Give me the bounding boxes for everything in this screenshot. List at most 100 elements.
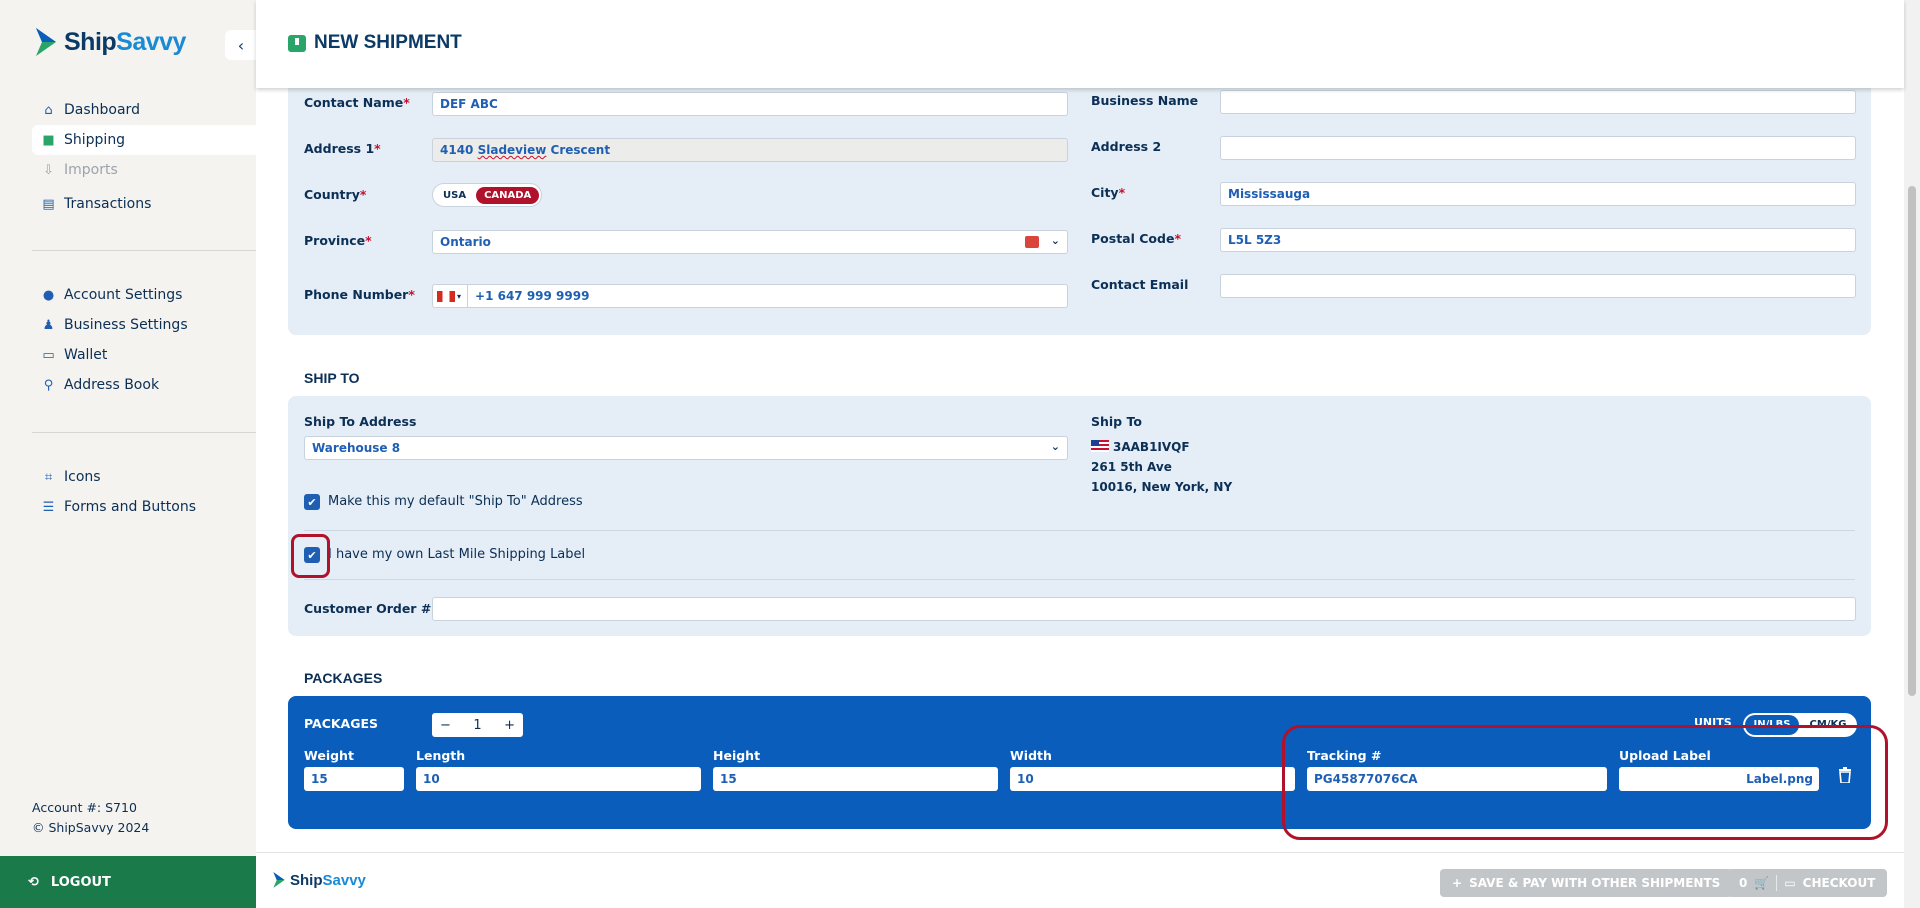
package-icon [288, 34, 306, 52]
width-field[interactable]: 10 [1010, 767, 1295, 791]
weight-field[interactable]: 15 [304, 767, 404, 791]
sidebar-item-label: Business Settings [64, 317, 188, 333]
sidebar-item-business-settings[interactable]: ♟ Business Settings [32, 310, 256, 340]
cart-count: 0 [1739, 876, 1748, 890]
main-nav: ⌂ Dashboard ■ Shipping ⇩ Imports ▤ Trans… [32, 95, 256, 219]
separator [1776, 875, 1778, 891]
height-field[interactable]: 15 [713, 767, 998, 791]
sidebar-item-address-book[interactable]: ⚲ Address Book [32, 370, 256, 400]
list-icon: ☰ [42, 499, 55, 515]
user-circle-icon: ● [42, 287, 55, 303]
city-label: City* [1091, 185, 1126, 200]
checkout-label: CHECKOUT [1802, 876, 1876, 890]
province-select[interactable]: Ontario ⌄ [432, 230, 1068, 254]
sidebar-item-label: Address Book [64, 377, 160, 393]
document-icon: ▤ [42, 196, 55, 212]
copyright: © ShipSavvy 2024 [32, 820, 150, 835]
length-field[interactable]: 10 [416, 767, 701, 791]
chevron-left-icon: ‹ [237, 35, 245, 55]
ship-to-address-label: Ship To Address [304, 414, 417, 429]
postal-code-field[interactable]: L5L 5Z3 [1220, 228, 1856, 252]
plus-icon: + [1452, 876, 1463, 890]
country-code-select[interactable]: ▾ [437, 285, 469, 307]
sidebar-item-account-settings[interactable]: ● Account Settings [32, 280, 256, 310]
sidebar-item-icons[interactable]: ⌗ Icons [32, 462, 256, 492]
save-and-pay-label: SAVE & PAY WITH OTHER SHIPMENTS [1469, 876, 1721, 890]
sidebar-item-forms-and-buttons[interactable]: ☰ Forms and Buttons [32, 492, 256, 522]
length-label: Length [416, 748, 466, 763]
business-name-label: Business Name [1091, 93, 1199, 108]
weight-label: Weight [304, 748, 354, 763]
box-icon: ■ [42, 132, 55, 148]
postal-code-label: Postal Code* [1091, 231, 1181, 246]
sidebar: ShipSavvy ‹ ⌂ Dashboard ■ Shipping ⇩ Imp… [0, 0, 257, 908]
sidebar-item-wallet[interactable]: ▭ Wallet [32, 340, 256, 370]
minus-icon[interactable]: − [440, 718, 451, 733]
sidebar-item-label: Imports [64, 162, 118, 178]
contact-name-field[interactable]: DEF ABC [432, 92, 1068, 116]
ship-to-info: 3AAB1IVQF 261 5th Ave 10016, New York, N… [1091, 437, 1232, 497]
sidebar-item-imports[interactable]: ⇩ Imports [32, 155, 256, 185]
sidebar-item-transactions[interactable]: ▤ Transactions [32, 189, 256, 219]
check-icon: ✔ [307, 495, 317, 509]
address1-field[interactable]: 4140 Sladeview Crescent [432, 138, 1068, 162]
package-count-stepper[interactable]: − 1 + [432, 713, 523, 737]
save-and-pay-button[interactable]: + SAVE & PAY WITH OTHER SHIPMENTS [1440, 869, 1733, 897]
packages-section-title: PACKAGES [304, 670, 383, 686]
country-label: Country* [304, 187, 367, 202]
sidebar-item-label: Transactions [64, 196, 152, 212]
import-icon: ⇩ [43, 162, 54, 178]
ship-to-street: 261 5th Ave [1091, 460, 1172, 474]
sidebar-divider [32, 432, 256, 433]
ship-to-section-title: SHIP TO [304, 370, 360, 386]
country-option-usa[interactable]: USA [435, 187, 474, 204]
cart-icon: 🛒 [1754, 876, 1770, 890]
contact-email-field[interactable] [1220, 274, 1856, 298]
plus-icon[interactable]: + [504, 718, 515, 733]
sidebar-item-label: Icons [64, 469, 101, 485]
logo-text: ShipSavvy [64, 27, 186, 56]
height-label: Height [713, 748, 761, 763]
shipsavvy-logo[interactable]: ShipSavvy [34, 26, 186, 58]
address2-field[interactable] [1220, 136, 1856, 160]
chevron-down-icon: ⌄ [1050, 234, 1060, 247]
logout-button[interactable]: ⟲ LOGOUT [0, 856, 256, 908]
footer-logo[interactable]: ShipSavvy [272, 871, 366, 889]
caret-down-icon: ▾ [457, 291, 462, 301]
contact-email-label: Contact Email [1091, 277, 1189, 292]
usa-flag-icon [1091, 440, 1109, 452]
chevron-down-icon: ⌄ [1050, 440, 1060, 453]
sidebar-divider [32, 250, 256, 251]
highlight-tracking-upload [1282, 725, 1888, 840]
sidebar-item-shipping[interactable]: ■ Shipping [32, 125, 256, 155]
page-title-text: NEW SHIPMENT [314, 32, 462, 53]
default-ship-to-label: Make this my default "Ship To" Address [328, 494, 583, 509]
contact-name-label: Contact Name* [304, 95, 410, 110]
country-toggle[interactable]: USA CANADA [432, 183, 543, 207]
shipsavvy-logo-icon [36, 28, 56, 56]
city-field[interactable]: Mississauga [1220, 182, 1856, 206]
ship-to-address-select[interactable]: Warehouse 8 ⌄ [304, 436, 1068, 460]
page-scrollbar[interactable] [1904, 0, 1920, 908]
logout-icon: ⟲ [28, 874, 39, 890]
customer-order-field[interactable] [432, 597, 1856, 621]
phone-number-field[interactable]: ▾ +1 647 999 9999 [432, 284, 1068, 308]
default-ship-to-checkbox[interactable]: ✔ [304, 494, 320, 510]
address2-label: Address 2 [1091, 139, 1162, 154]
country-option-canada[interactable]: CANADA [476, 186, 540, 204]
canada-flag-icon [437, 290, 455, 302]
business-name-field[interactable] [1220, 90, 1856, 114]
checkout-button[interactable]: 0 🛒 ▭ CHECKOUT [1727, 869, 1888, 897]
business-user-icon: ♟ [42, 317, 55, 333]
sidebar-item-dashboard[interactable]: ⌂ Dashboard [32, 95, 256, 125]
card-icon: ▭ [1784, 876, 1796, 890]
scrollbar-thumb[interactable] [1908, 186, 1916, 696]
package-count-value: 1 [473, 717, 482, 733]
collapse-sidebar-button[interactable]: ‹ [225, 30, 257, 60]
dev-nav: ⌗ Icons ☰ Forms and Buttons [32, 462, 256, 522]
map-icon: ⚲ [43, 377, 54, 393]
page-title: NEW SHIPMENT [288, 32, 462, 54]
ship-to-code: 3AAB1IVQF [1113, 440, 1190, 454]
sidebar-item-label: Dashboard [64, 102, 140, 118]
phone-number-label: Phone Number* [304, 287, 415, 302]
